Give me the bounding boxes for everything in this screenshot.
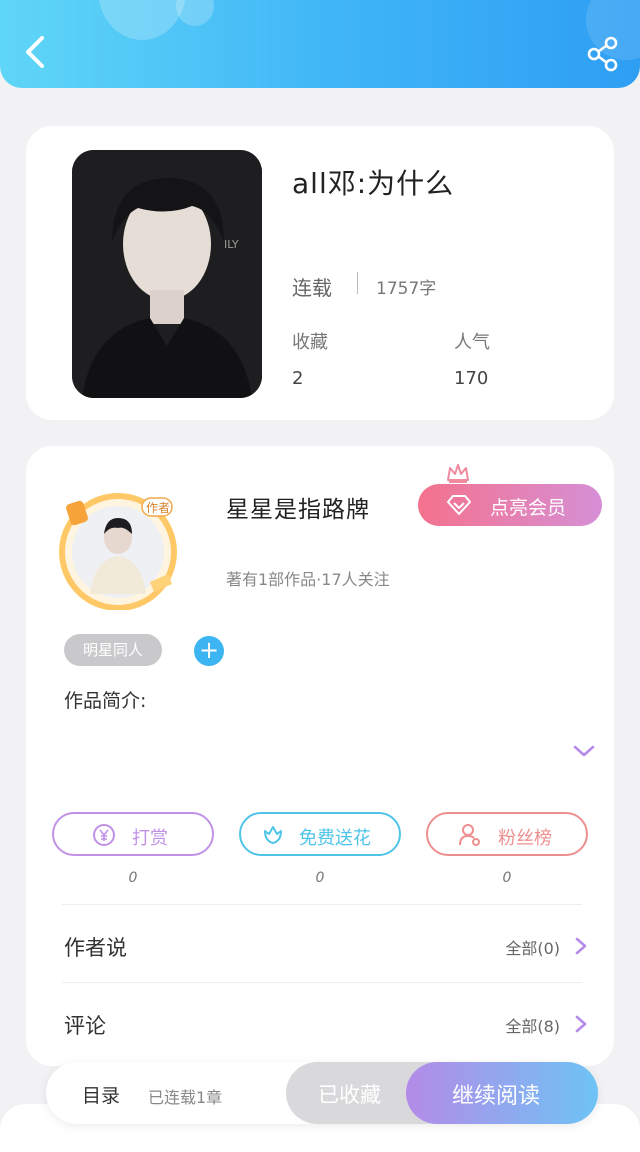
fans-rank-label: 粉丝榜 — [498, 828, 552, 849]
category-tag[interactable]: 明星同人 — [64, 634, 162, 666]
add-tag-button[interactable]: + — [194, 636, 224, 666]
tip-button[interactable]: 打赏 — [52, 812, 214, 856]
toc-button[interactable]: 目录 — [82, 1081, 120, 1108]
decor-bubble — [176, 0, 214, 26]
chevron-down-icon[interactable] — [572, 742, 596, 760]
share-icon — [587, 36, 618, 72]
book-info-card: ILY all邓:为什么 连载 1757字 收藏 人气 2 170 — [26, 126, 614, 420]
author-says-row[interactable]: 作者说 全部(0) — [26, 908, 614, 984]
word-count: 1757字 — [376, 279, 437, 299]
popularity-label: 人气 — [454, 332, 490, 353]
book-title: all邓:为什么 — [292, 167, 455, 200]
chevron-right-icon — [575, 937, 587, 955]
continue-reading-button[interactable]: 继续阅读 — [406, 1062, 598, 1124]
status-divider — [357, 272, 358, 294]
author-name[interactable]: 星星是指路牌 — [226, 490, 370, 524]
comments-row[interactable]: 评论 全部(8) — [26, 986, 614, 1062]
divider — [62, 982, 582, 983]
chevron-left-icon — [26, 36, 44, 68]
comments-all: 全部(8) — [505, 1017, 560, 1036]
fans-icon — [459, 824, 480, 846]
send-flower-label: 免费送花 — [299, 828, 371, 849]
serial-progress: 已连载1章 — [148, 1088, 223, 1107]
favorites-label: 收藏 — [292, 332, 328, 353]
plus-icon: + — [198, 636, 220, 664]
author-says-label: 作者说 — [64, 936, 127, 960]
crown-icon — [447, 464, 469, 483]
bottom-action-bar: 目录 已连载1章 已收藏 继续阅读 — [46, 1062, 598, 1124]
intro-label: 作品简介: — [64, 690, 147, 712]
favorites-value: 2 — [292, 368, 304, 389]
fans-rank-button[interactable]: 粉丝榜 — [426, 812, 588, 856]
send-flower-button[interactable]: 免费送花 — [239, 812, 401, 856]
cover-portrait-image: ILY — [72, 150, 262, 398]
author-card: 作者 星星是指路牌 著有1部作品·17人关注 点亮会员 明星同人 + 作品简介:… — [26, 446, 614, 1066]
serial-status: 连载 — [292, 276, 332, 300]
author-says-all: 全部(0) — [505, 939, 560, 958]
decor-bubble — [98, 0, 186, 40]
avatar-badge-text: 作者 — [146, 501, 170, 515]
author-meta: 著有1部作品·17人关注 — [226, 570, 390, 589]
flower-icon — [264, 826, 282, 844]
back-button[interactable] — [18, 32, 52, 72]
share-button[interactable] — [586, 36, 620, 72]
collected-label: 已收藏 — [318, 1083, 381, 1107]
top-header — [0, 0, 640, 88]
book-cover[interactable]: ILY — [72, 150, 262, 398]
author-avatar[interactable]: 作者 — [46, 488, 188, 611]
author-avatar-image: 作者 — [59, 493, 177, 611]
divider — [62, 904, 582, 905]
svg-text:ILY: ILY — [224, 238, 239, 251]
continue-reading-label: 继续阅读 — [452, 1084, 541, 1109]
chevron-right-icon — [575, 1015, 587, 1033]
tip-count: 0 — [128, 870, 138, 886]
activate-vip-button[interactable]: 点亮会员 — [418, 484, 602, 526]
vip-button-label: 点亮会员 — [490, 497, 567, 519]
fans-count: 0 — [502, 870, 512, 886]
flower-count: 0 — [315, 870, 325, 886]
comments-label: 评论 — [64, 1014, 106, 1038]
tip-label: 打赏 — [132, 828, 168, 849]
yen-coin-icon — [93, 824, 115, 846]
diamond-icon — [447, 495, 471, 515]
popularity-value: 170 — [454, 368, 489, 389]
